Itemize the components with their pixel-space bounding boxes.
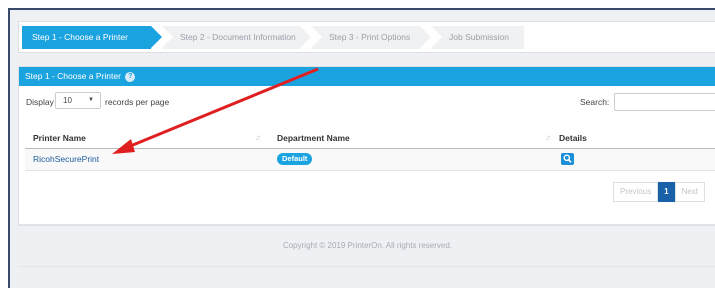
- details-cell: [557, 148, 715, 171]
- step-notch-shape: [162, 26, 173, 48]
- records-value: 10: [63, 96, 72, 105]
- search-input[interactable]: [614, 93, 715, 111]
- panel-header: Step 1 - Choose a Printer ?: [19, 67, 715, 86]
- step-arrow-shape: [420, 26, 431, 48]
- table-row: RicohSecurePrint Default: [25, 148, 715, 171]
- display-label: Display: [26, 97, 54, 107]
- search-label: Search:: [580, 97, 610, 107]
- page-1-button[interactable]: 1: [658, 182, 675, 202]
- step-notch-shape: [311, 26, 322, 48]
- table-controls: Display 10 ▼ records per page Search:: [19, 86, 715, 118]
- step-arrow-shape: [300, 26, 311, 48]
- printer-table: Printer Name ↓↑ Department Name ↓↑ Detai…: [25, 129, 715, 171]
- choose-printer-panel: Step 1 - Choose a Printer ? Display 10 ▼…: [18, 66, 715, 226]
- step-job-submission[interactable]: Job Submission: [431, 26, 524, 49]
- sort-icon: ↓↑: [545, 133, 551, 142]
- page-container: Step 1 - Choose a Printer Step 2 - Docum…: [10, 10, 715, 288]
- step-notch-shape: [431, 26, 442, 48]
- department-badge: Default: [277, 153, 313, 165]
- previous-page-button[interactable]: Previous: [613, 182, 659, 202]
- printer-name-link[interactable]: RicohSecurePrint: [33, 154, 99, 164]
- sort-icon: ↓↑: [255, 133, 261, 142]
- column-header-printer-name[interactable]: Printer Name ↓↑: [25, 129, 267, 149]
- wizard-steps: Step 1 - Choose a Printer Step 2 - Docum…: [18, 21, 715, 53]
- footer-copyright: Copyright © 2019 PrinterOn. All rights r…: [282, 241, 453, 250]
- footer-divider: [18, 224, 715, 225]
- details-button[interactable]: [561, 153, 574, 165]
- search-icon: [563, 154, 572, 163]
- records-per-page-label: records per page: [105, 97, 170, 107]
- column-label: Department Name: [277, 133, 350, 144]
- next-page-button[interactable]: Next: [674, 182, 706, 202]
- pagination: Previous 1 Next: [613, 182, 706, 202]
- chevron-down-icon: ▼: [88, 97, 94, 103]
- table-header-row: Printer Name ↓↑ Department Name ↓↑ Detai…: [25, 129, 715, 149]
- step-choose-printer[interactable]: Step 1 - Choose a Printer: [22, 26, 162, 49]
- printer-name-cell: RicohSecurePrint: [25, 148, 267, 171]
- column-label: Details: [559, 133, 587, 144]
- step-print-options[interactable]: Step 3 - Print Options: [311, 26, 431, 49]
- column-header-details: Details: [557, 129, 715, 149]
- step-label: Step 2 - Document Information: [180, 32, 296, 42]
- department-cell: Default: [267, 148, 557, 171]
- step-label: Step 1 - Choose a Printer: [32, 32, 128, 42]
- footer-divider-bottom: [18, 266, 715, 267]
- step-document-information[interactable]: Step 2 - Document Information: [162, 26, 311, 49]
- records-per-page-select[interactable]: 10 ▼: [55, 92, 101, 109]
- step-label: Step 3 - Print Options: [329, 32, 411, 42]
- help-icon[interactable]: ?: [125, 71, 136, 82]
- step-arrow-shape: [151, 26, 162, 48]
- column-label: Printer Name: [33, 133, 86, 144]
- column-header-department-name[interactable]: Department Name ↓↑: [267, 129, 557, 149]
- step-label: Job Submission: [449, 32, 510, 42]
- panel-title: Step 1 - Choose a Printer: [25, 71, 121, 81]
